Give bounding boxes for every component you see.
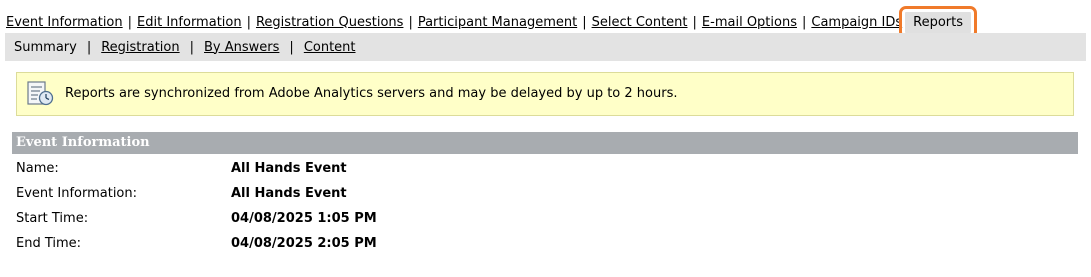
tab-registration-questions[interactable]: Registration Questions (256, 15, 403, 30)
info-label: End Time: (16, 235, 82, 251)
info-value: 04/08/2025 1:05 PM (231, 210, 377, 226)
sub-nav: Summary | Registration | By Answers | Co… (5, 33, 1086, 61)
nav-separator: | (801, 14, 807, 30)
info-value: 04/08/2025 2:05 PM (231, 235, 377, 251)
info-label: Start Time: (16, 210, 89, 226)
nav-separator: | (582, 14, 587, 30)
info-row-end-time: End Time: 04/08/2025 2:05 PM (16, 233, 377, 253)
tab-select-content[interactable]: Select Content (592, 15, 688, 30)
section-header-event-information: Event Information (12, 132, 1078, 154)
subtab-summary: Summary (14, 39, 77, 55)
subnav-separator: | (86, 39, 92, 55)
nav-separator: | (408, 14, 413, 30)
nav-separator: | (692, 14, 697, 30)
nav-separator: | (127, 14, 133, 30)
notice-message: Reports are synchronized from Adobe Anal… (65, 86, 678, 101)
info-row-name: Name: All Hands Event (16, 158, 347, 178)
info-value: All Hands Event (231, 160, 347, 176)
subtab-by-answers[interactable]: By Answers (204, 40, 279, 55)
info-label: Event Information: (16, 185, 138, 201)
nav-separator: | (246, 14, 251, 30)
tab-edit-information[interactable]: Edit Information (137, 15, 242, 30)
info-label: Name: (16, 160, 59, 176)
sync-notice: Reports are synchronized from Adobe Anal… (16, 72, 1074, 116)
tab-campaign-ids[interactable]: Campaign IDs (811, 15, 902, 30)
tab-reports[interactable]: Reports (899, 5, 978, 39)
report-schedule-icon (25, 80, 55, 108)
tab-email-options[interactable]: E-mail Options (702, 15, 797, 30)
tab-participant-management[interactable]: Participant Management (418, 15, 577, 30)
subtab-content[interactable]: Content (304, 40, 356, 55)
subnav-separator: | (189, 39, 195, 55)
info-row-event-information: Event Information: All Hands Event (16, 183, 347, 203)
info-value: All Hands Event (231, 185, 347, 201)
subtab-registration[interactable]: Registration (101, 40, 179, 55)
top-nav: Event Information | Edit Information | R… (6, 5, 978, 39)
info-row-start-time: Start Time: 04/08/2025 1:05 PM (16, 208, 377, 228)
subnav-separator: | (289, 39, 294, 55)
tab-event-information[interactable]: Event Information (6, 15, 123, 30)
